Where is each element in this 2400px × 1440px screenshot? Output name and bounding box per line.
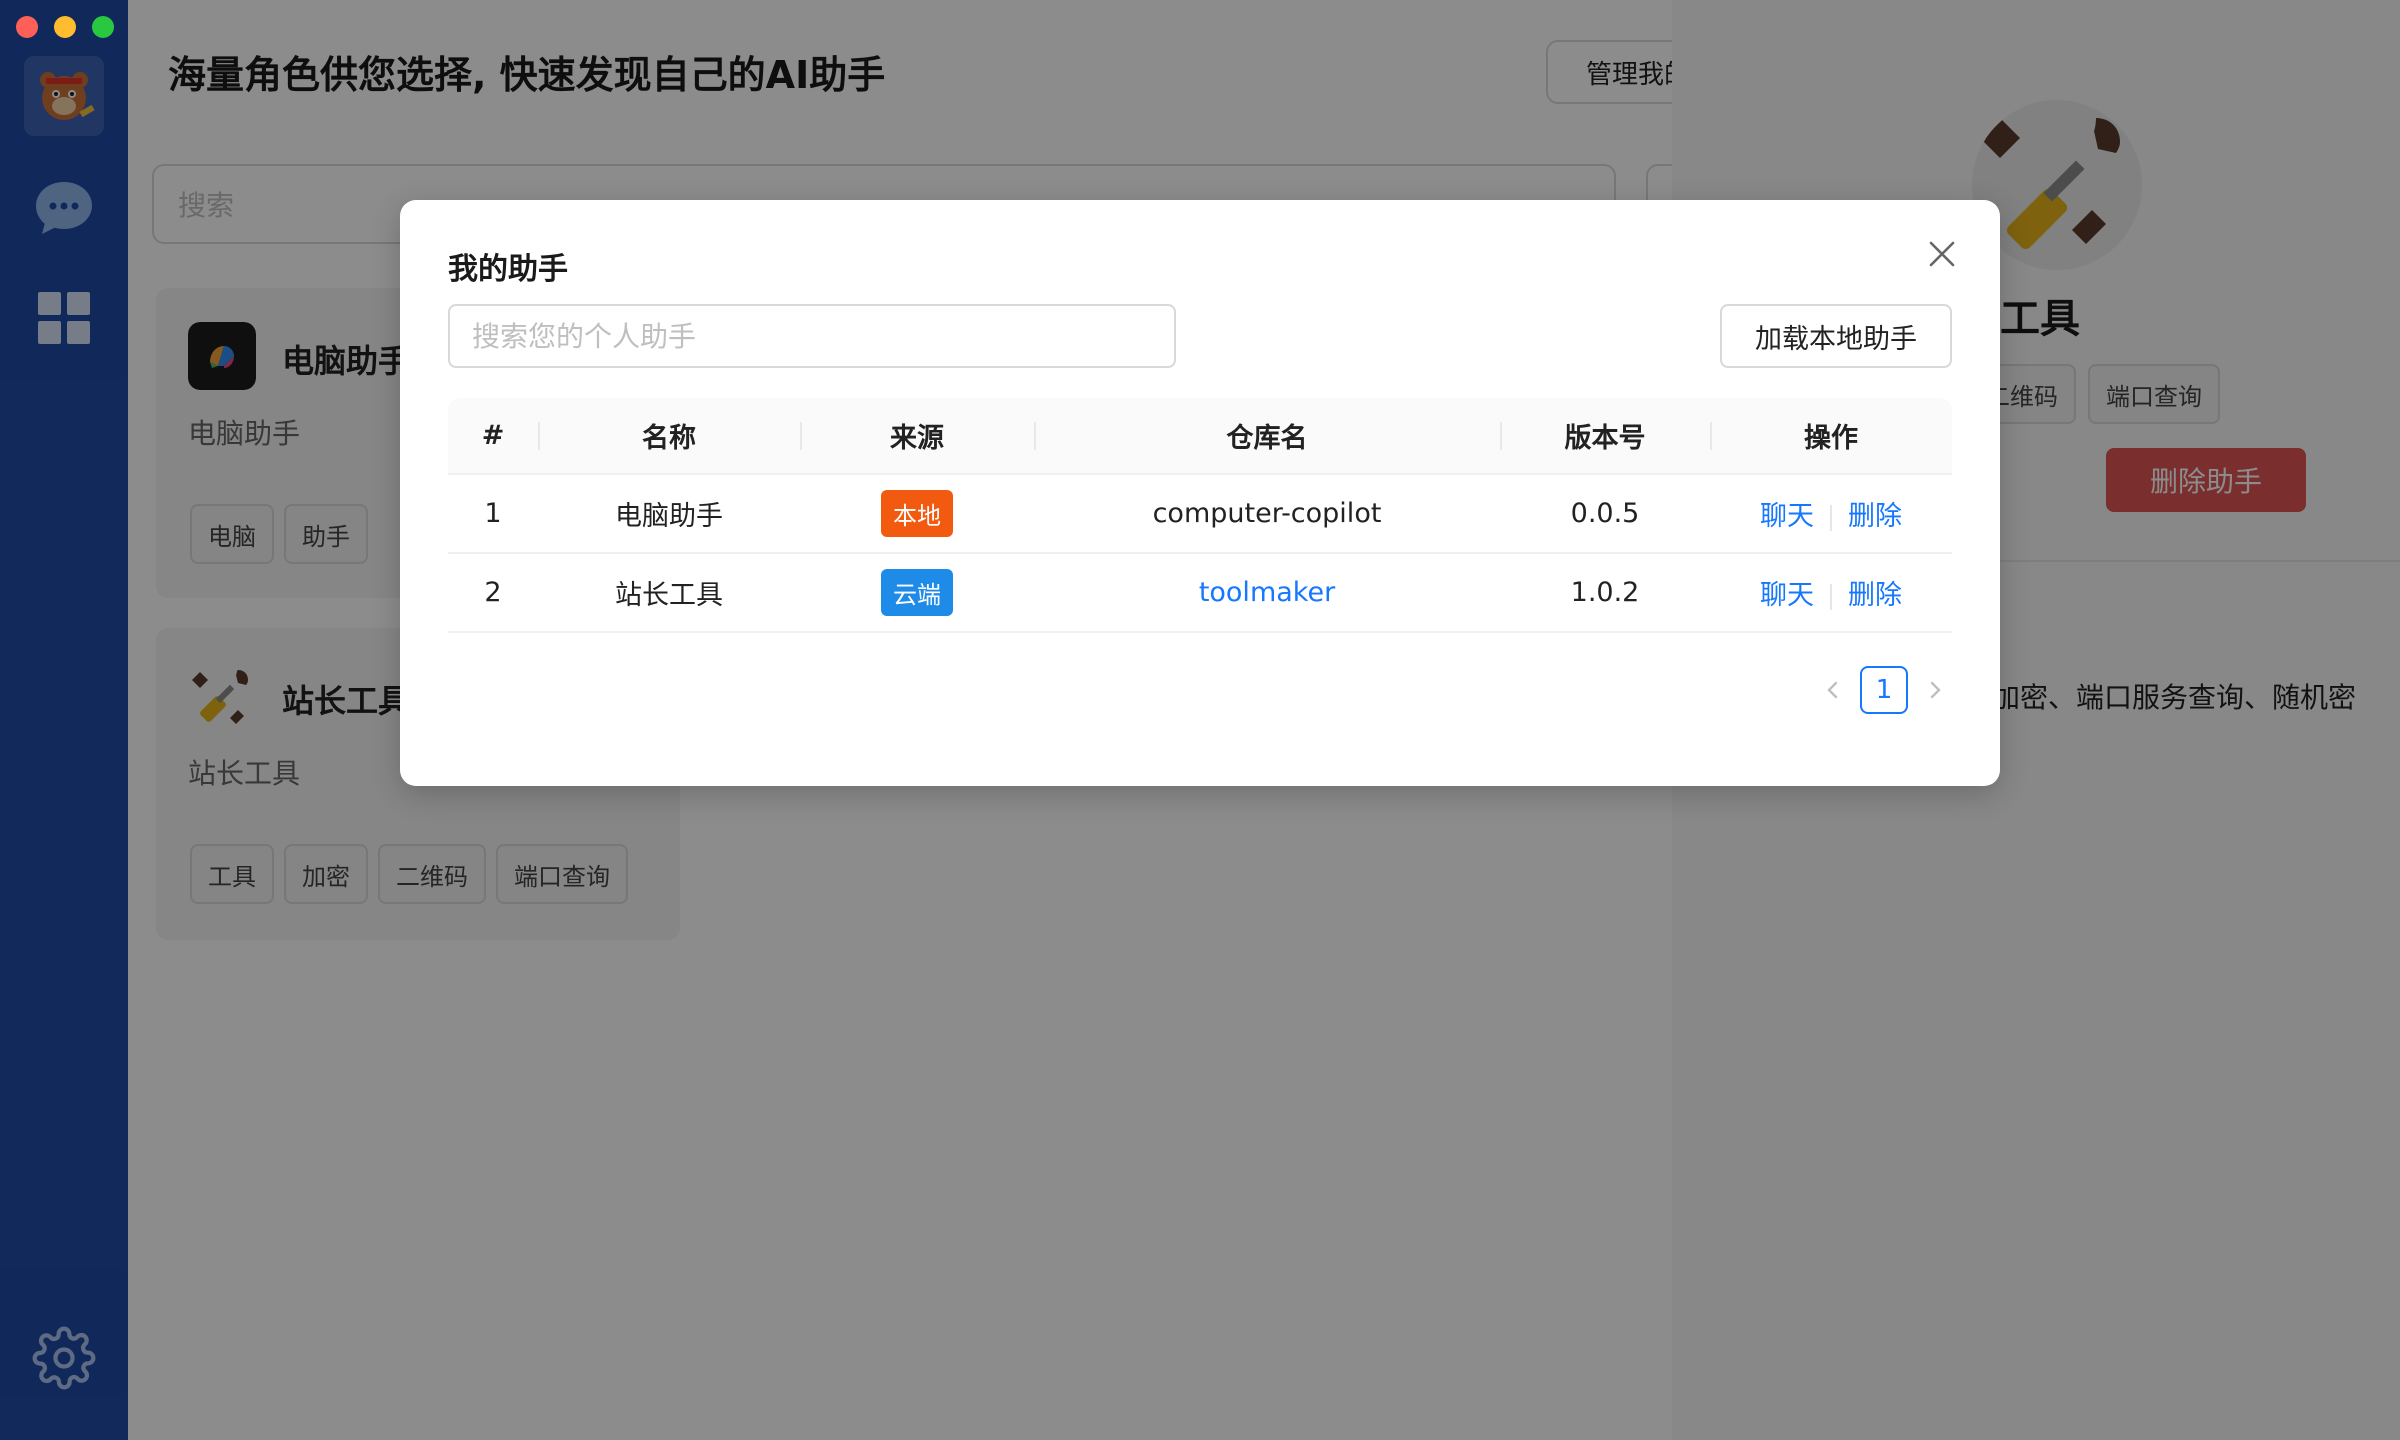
chevron-left-icon: [1827, 681, 1838, 699]
action-divider: [1830, 504, 1832, 531]
modal-title: 我的助手: [448, 252, 568, 287]
table-row: 1 电脑助手 本地 computer-copilot 0.0.5 聊天 删除: [448, 474, 1952, 554]
window-controls: [16, 16, 114, 38]
window-minimize-button[interactable]: [54, 16, 76, 38]
row-repo: toolmaker: [1034, 553, 1500, 633]
table-header-row: # 名称 来源 仓库名 版本号 操作: [448, 398, 1952, 475]
repo-link[interactable]: toolmaker: [1199, 577, 1335, 608]
row-source: 云端: [800, 553, 1034, 633]
row-actions: 聊天 删除: [1710, 553, 1952, 633]
row-actions: 聊天 删除: [1710, 474, 1952, 554]
column-header-actions: 操作: [1710, 398, 1952, 475]
my-assistants-modal: 我的助手 加载本地助手 # 名称 来源 仓库名 版本号 操作 1 电脑助手: [400, 200, 2000, 786]
chat-link[interactable]: 聊天: [1760, 580, 1814, 611]
load-local-assistant-button[interactable]: 加载本地助手: [1720, 304, 1952, 368]
row-index: 2: [448, 553, 538, 633]
window-close-button[interactable]: [16, 16, 38, 38]
delete-link[interactable]: 删除: [1848, 580, 1902, 611]
window-maximize-button[interactable]: [92, 16, 114, 38]
action-divider: [1830, 583, 1832, 610]
row-source: 本地: [800, 474, 1034, 554]
close-icon: [1929, 241, 1955, 267]
pagination-page-1[interactable]: 1: [1860, 666, 1908, 714]
row-index: 1: [448, 474, 538, 554]
column-header-index: #: [448, 398, 538, 475]
table-row: 2 站长工具 云端 toolmaker 1.0.2 聊天 删除: [448, 553, 1952, 633]
assistant-table: # 名称 来源 仓库名 版本号 操作 1 电脑助手 本地 computer-co…: [448, 398, 1952, 633]
column-header-version: 版本号: [1500, 398, 1710, 475]
pagination-prev-button[interactable]: [1820, 677, 1846, 703]
pagination: 1: [1820, 666, 1948, 714]
column-header-source: 来源: [800, 398, 1034, 475]
row-repo: computer-copilot: [1034, 474, 1500, 554]
row-version: 1.0.2: [1500, 553, 1710, 633]
column-header-name: 名称: [538, 398, 800, 475]
assistant-search-input[interactable]: [448, 304, 1176, 368]
pagination-next-button[interactable]: [1922, 677, 1948, 703]
chat-link[interactable]: 聊天: [1760, 501, 1814, 532]
delete-link[interactable]: 删除: [1848, 501, 1902, 532]
column-header-repo: 仓库名: [1034, 398, 1500, 475]
row-name: 站长工具: [538, 553, 800, 633]
source-badge-cloud: 云端: [881, 569, 953, 616]
source-badge-local: 本地: [881, 490, 953, 537]
close-button[interactable]: [1926, 238, 1958, 270]
chevron-right-icon: [1930, 681, 1941, 699]
row-version: 0.0.5: [1500, 474, 1710, 554]
row-name: 电脑助手: [538, 474, 800, 554]
